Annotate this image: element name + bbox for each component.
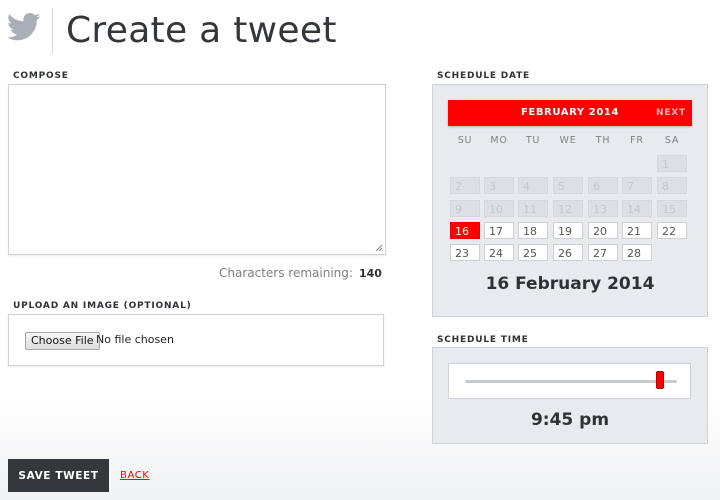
weekday-header: TH bbox=[595, 135, 611, 146]
weekday-header: FR bbox=[630, 135, 644, 146]
time-panel: 9:45 pm bbox=[432, 347, 708, 444]
calendar-day[interactable]: 17 bbox=[484, 222, 514, 239]
date-panel: FEBRUARY 2014 NEXT SU MO TU WE TH FR SA 1 2 3 4 5 6 7… bbox=[432, 84, 708, 317]
calendar-day: 9 bbox=[450, 200, 480, 217]
calendar-day[interactable]: 27 bbox=[588, 244, 618, 261]
calendar-day[interactable]: 22 bbox=[657, 222, 687, 239]
characters-remaining-label: Characters remaining: bbox=[219, 266, 353, 280]
twitter-bird-icon bbox=[7, 12, 41, 41]
weekday-header: TU bbox=[525, 135, 541, 146]
calendar-day: 2 bbox=[450, 177, 480, 194]
choose-file-button[interactable]: Choose File bbox=[25, 332, 100, 350]
resize-grip-icon[interactable] bbox=[375, 244, 383, 252]
back-link[interactable]: BACK bbox=[120, 470, 149, 481]
calendar-day: 1 bbox=[657, 155, 687, 172]
calendar-day[interactable]: 21 bbox=[622, 222, 652, 239]
weekday-header: SU bbox=[457, 135, 473, 146]
selected-date-display: 16 February 2014 bbox=[485, 274, 655, 294]
calendar-day: 15 bbox=[657, 200, 687, 217]
time-display: 9:45 pm bbox=[530, 410, 610, 430]
calendar-day: 4 bbox=[518, 177, 548, 194]
characters-remaining-count: 140 bbox=[358, 267, 382, 280]
calendar-day: 5 bbox=[553, 177, 583, 194]
upload-box: Choose File No file chosen bbox=[8, 314, 384, 366]
calendar-day-selected[interactable]: 16 bbox=[450, 222, 480, 239]
calendar-day: 12 bbox=[553, 200, 583, 217]
calendar-day[interactable]: 28 bbox=[622, 244, 652, 261]
calendar-day: 10 bbox=[484, 200, 514, 217]
calendar-day[interactable]: 19 bbox=[553, 222, 583, 239]
weekday-header: MO bbox=[490, 135, 508, 146]
save-tweet-button[interactable]: SAVE TWEET bbox=[8, 459, 109, 492]
file-status: No file chosen bbox=[96, 333, 174, 346]
calendar-day[interactable]: 20 bbox=[588, 222, 618, 239]
upload-label: UPLOAD AN IMAGE (OPTIONAL) bbox=[13, 301, 192, 311]
compose-label: COMPOSE bbox=[13, 71, 69, 81]
calendar-next-button[interactable]: NEXT bbox=[656, 100, 686, 126]
calendar-day: 13 bbox=[588, 200, 618, 217]
calendar-day: 7 bbox=[622, 177, 652, 194]
weekday-header: WE bbox=[559, 135, 577, 146]
time-slider[interactable] bbox=[448, 363, 691, 399]
calendar-day[interactable]: 18 bbox=[518, 222, 548, 239]
calendar-day: 3 bbox=[484, 177, 514, 194]
calendar-day[interactable]: 25 bbox=[518, 244, 548, 261]
weekday-header: SA bbox=[664, 135, 680, 146]
calendar-day[interactable]: 23 bbox=[450, 244, 480, 261]
slider-thumb[interactable] bbox=[656, 371, 665, 389]
schedule-date-label: SCHEDULE DATE bbox=[437, 71, 530, 81]
schedule-time-label: SCHEDULE TIME bbox=[437, 335, 529, 345]
page-title: Create a tweet bbox=[66, 10, 337, 51]
calendar-day: 8 bbox=[657, 177, 687, 194]
slider-track[interactable] bbox=[465, 380, 677, 383]
calendar-day[interactable]: 26 bbox=[553, 244, 583, 261]
header-divider bbox=[52, 8, 53, 54]
compose-box bbox=[8, 84, 386, 255]
calendar-day: 11 bbox=[518, 200, 548, 217]
calendar-day[interactable]: 24 bbox=[484, 244, 514, 261]
characters-remaining: Characters remaining: 140 bbox=[219, 266, 382, 280]
calendar-header: FEBRUARY 2014 NEXT bbox=[448, 100, 692, 126]
calendar-day: 6 bbox=[588, 177, 618, 194]
compose-textarea[interactable] bbox=[9, 85, 385, 254]
calendar-day: 14 bbox=[622, 200, 652, 217]
